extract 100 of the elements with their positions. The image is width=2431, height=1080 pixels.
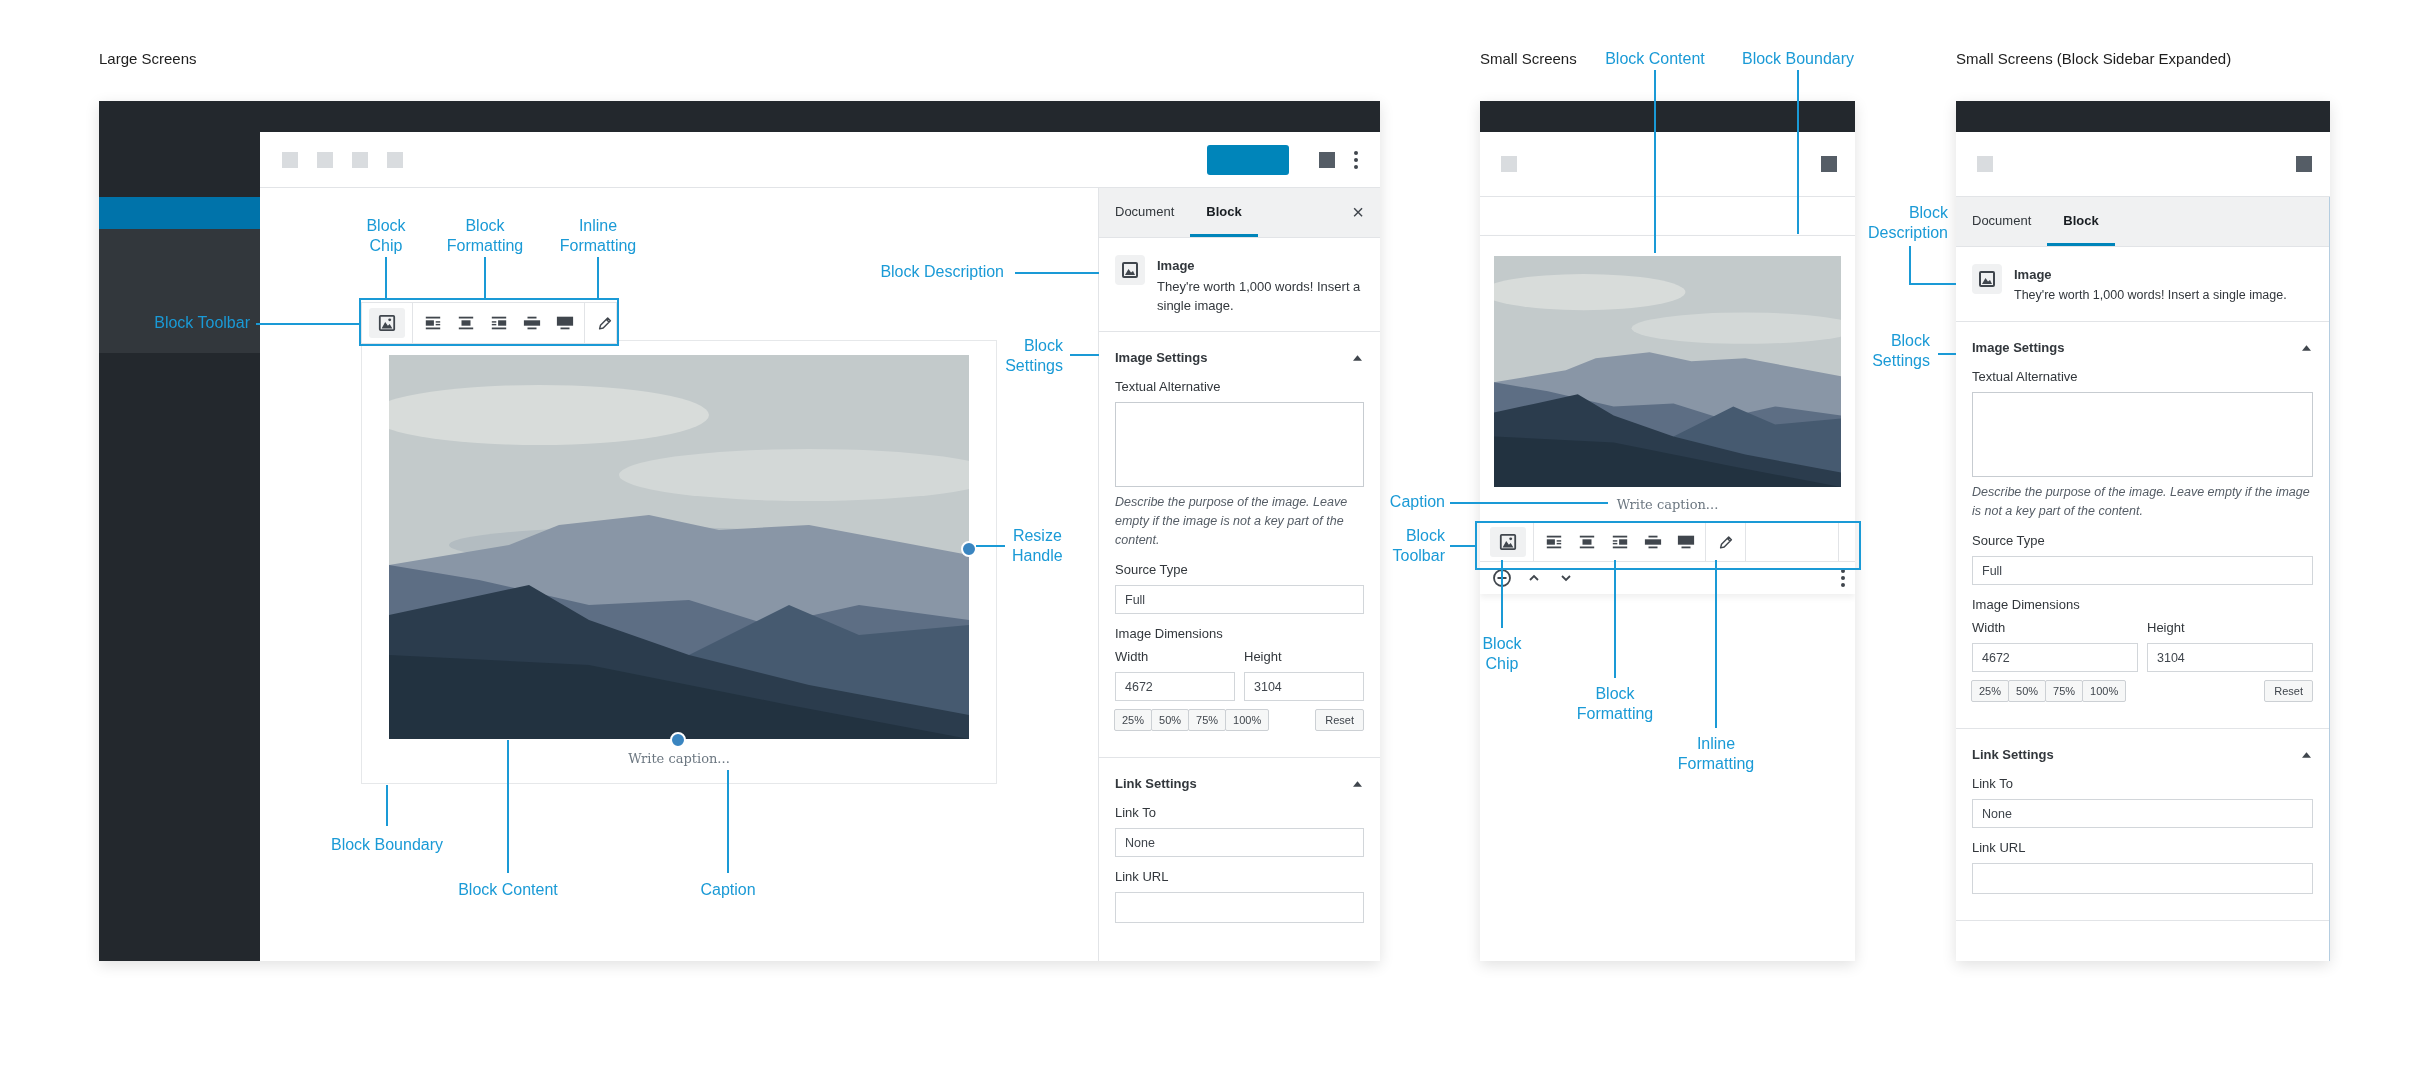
height-field[interactable]: 3104 [2147,643,2313,672]
close-button[interactable]: × [1336,188,1380,237]
link-url-field[interactable] [1115,892,1364,923]
panel-title[interactable]: Image Settings [1972,340,2065,355]
collapse-icon[interactable] [2302,751,2311,758]
size-preset-button[interactable]: 50% [1151,709,1190,731]
collapse-icon[interactable] [2302,344,2311,351]
align-right-icon [1610,533,1629,551]
link-url-field[interactable] [1972,863,2313,894]
image-icon [1115,255,1145,285]
image-icon [1499,533,1517,551]
callout-label: Block Chip [1482,634,1522,674]
callout-label: Caption [1389,492,1445,512]
size-preset-button[interactable]: 25% [1971,680,2010,702]
field-label: Link URL [1972,840,2027,855]
link-to-field[interactable]: None [1115,828,1364,857]
callout-label: Block Boundary [1741,49,1855,69]
callout-label: Block Settings [1005,336,1063,376]
callout-label: Block Boundary [330,835,444,855]
block-title: Image [2014,267,2053,282]
alt-text-field[interactable] [1115,402,1364,487]
leader-line [1449,545,1476,547]
help-text: Describe the purpose of the image. Leave empty if the image is not a key part of the content. [1972,484,2311,520]
callout-label: Inline Formatting [559,216,637,256]
callout-label: Block Formatting [1576,684,1654,724]
align-wide-icon [522,314,541,332]
block-title: Image [1157,258,1196,273]
panel-title[interactable]: Image Settings [1115,350,1208,365]
field-label: Width [1972,620,2007,635]
align-full-icon [1676,533,1695,551]
size-preset-button[interactable]: 25% [1114,709,1153,731]
publish-button[interactable] [1207,144,1289,175]
leader-line [386,784,388,827]
caption-field[interactable]: Write caption... [628,751,730,766]
leader-line [975,545,1006,547]
align-full-icon [555,314,574,332]
align-left-icon [1544,533,1563,551]
field-label: Image Dimensions [1115,626,1224,641]
help-text: Describe the purpose of the image. Leave empty if the image is not a key part of the content. [1115,494,1349,549]
collapse-icon[interactable] [1353,780,1362,787]
section-heading: Large Screens [99,50,197,68]
source-type-field[interactable]: Full [1972,556,2313,585]
link-to-field[interactable]: None [1972,799,2313,828]
size-preset-button[interactable]: 100% [1225,709,1270,731]
callout-label: Block Chip [366,216,406,256]
block-chip-button[interactable] [369,308,405,338]
callout-label: Block Description [880,262,1004,282]
more-options-icon[interactable] [1354,150,1358,169]
align-wide-icon [1643,533,1662,551]
align-right-icon [489,314,508,332]
resize-handle[interactable] [961,541,977,557]
align-center-icon [456,314,475,332]
block-chip-button[interactable] [1490,527,1526,557]
field-label: Link To [1972,776,2014,791]
callout-label: Block Description [1867,203,1948,243]
field-label: Link URL [1115,869,1170,884]
image-icon [378,314,396,332]
panel-title[interactable]: Link Settings [1972,747,2054,762]
leader-line [597,256,599,301]
more-options-icon[interactable] [1841,569,1845,587]
height-field[interactable]: 3104 [1244,672,1364,701]
callout-label: Resize Handle [1012,526,1063,566]
callout-label: Block Toolbar [154,313,250,333]
sidebar-tab[interactable]: Document [1099,188,1191,237]
leader-line [1069,354,1100,356]
settings-square-icon[interactable] [1319,151,1335,168]
size-preset-button[interactable]: 100% [2082,680,2127,702]
width-field[interactable]: 4672 [1972,643,2138,672]
reset-button[interactable]: Reset [1315,709,1364,731]
sidebar-tab[interactable]: Block [2047,197,2115,246]
callout-label: Block Settings [1872,331,1930,371]
callout-label: Block Content [1605,49,1705,69]
add-icon[interactable] [1492,568,1512,588]
sidebar-tab[interactable]: Document [1956,197,2048,246]
block-description: They're worth 1,000 words! Insert a single image. [2014,287,2287,304]
leader-line [484,256,486,301]
alt-text-field[interactable] [1972,392,2313,477]
width-field[interactable]: 4672 [1115,672,1235,701]
source-type-field[interactable]: Full [1115,585,1364,614]
field-label: Width [1115,649,1150,664]
collapse-icon[interactable] [1353,354,1362,361]
resize-handle[interactable] [670,732,686,748]
size-preset-button[interactable]: 75% [1188,709,1227,731]
field-label: Source Type [1115,562,1189,577]
callout-label: Block Toolbar [1392,526,1445,566]
sidebar-tab[interactable]: Block [1190,188,1258,237]
leader-line [385,256,387,301]
size-preset-button[interactable]: 50% [2008,680,2047,702]
panel-title[interactable]: Link Settings [1115,776,1197,791]
leader-line [1937,353,1957,355]
callout-label: Caption [700,880,756,900]
image-block[interactable]: Write caption... [361,340,997,784]
reset-button[interactable]: Reset [2264,680,2313,702]
image-icon [1972,264,2002,294]
field-label: Image Dimensions [1972,597,2081,612]
align-center-icon [1577,533,1596,551]
image-block[interactable]: Write caption... [1480,235,1855,594]
caption-field[interactable]: Write caption... [1616,497,1719,512]
field-label: Height [1244,649,1283,664]
size-preset-button[interactable]: 75% [2045,680,2084,702]
